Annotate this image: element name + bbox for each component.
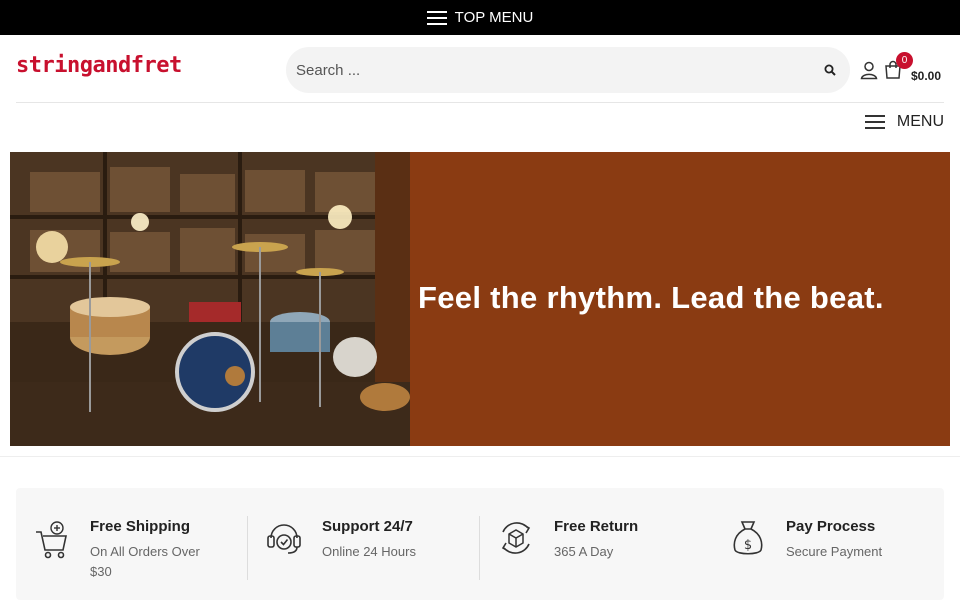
- site-logo[interactable]: stringandfret: [16, 53, 182, 78]
- top-menu-hamburger-icon[interactable]: [426, 10, 447, 25]
- hero-banner[interactable]: Feel the rhythm. Lead the beat.: [10, 152, 950, 446]
- menu-hamburger-icon: [864, 114, 885, 130]
- feature-title: Free Return: [554, 518, 639, 535]
- feature-pay-process: $ Pay Process Secure Payment: [712, 488, 944, 600]
- feature-free-shipping: Free Shipping On All Orders Over $30: [16, 488, 248, 600]
- top-bar: TOP MENU: [0, 0, 960, 35]
- feature-title: Pay Process: [786, 518, 876, 535]
- site-header: stringandfret 0 $0.00: [0, 35, 960, 103]
- user-account-icon[interactable]: [859, 60, 879, 80]
- feature-subtitle: Online 24 Hours: [322, 544, 416, 559]
- drum-kit-photo: [10, 152, 410, 446]
- feature-support: Support 24/7 Online 24 Hours: [248, 488, 480, 600]
- search-bar: [286, 47, 850, 93]
- hero-separator: [0, 456, 960, 457]
- headset-icon: [267, 524, 301, 554]
- header-divider: [16, 102, 944, 103]
- return-box-icon: [501, 522, 531, 554]
- hero-text-panel: Feel the rhythm. Lead the beat.: [410, 152, 950, 446]
- money-bag-icon: $: [733, 521, 763, 555]
- main-menu-toggle[interactable]: MENU: [864, 111, 944, 133]
- hero-tagline: Feel the rhythm. Lead the beat.: [418, 280, 884, 315]
- cart-total[interactable]: $0.00: [911, 69, 941, 83]
- cart-count-badge: 0: [896, 52, 913, 69]
- feature-title: Support 24/7: [322, 518, 413, 535]
- feature-free-return: Free Return 365 A Day: [480, 488, 712, 600]
- search-input[interactable]: [286, 47, 810, 93]
- features-strip: Free Shipping On All Orders Over $30 Sup…: [16, 488, 944, 600]
- cart-plus-icon: [36, 521, 67, 559]
- feature-subtitle: Secure Payment: [786, 544, 883, 559]
- feature-subtitle: On All Orders Over $30: [90, 544, 200, 579]
- feature-subtitle: 365 A Day: [554, 544, 614, 559]
- top-menu-label[interactable]: TOP MENU: [455, 9, 534, 26]
- search-icon: [824, 64, 836, 76]
- search-button[interactable]: [810, 47, 850, 93]
- svg-text:$: $: [744, 538, 752, 553]
- feature-title: Free Shipping: [90, 518, 191, 535]
- menu-label: MENU: [896, 113, 944, 130]
